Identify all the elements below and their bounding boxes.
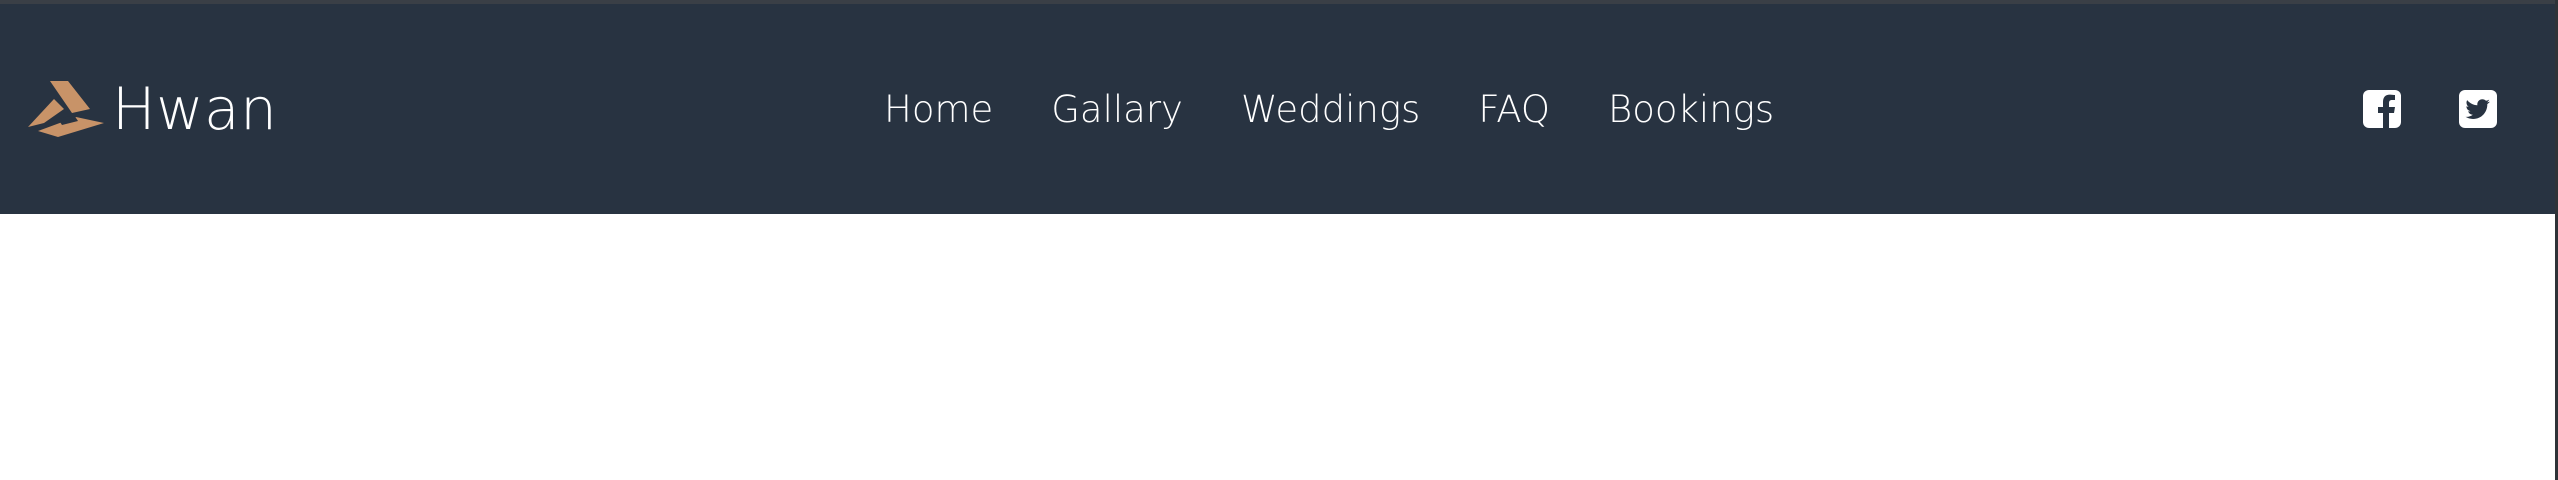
page: Hwan Home Gallary Weddings FAQ Bookings [0,0,2558,480]
navbar: Hwan Home Gallary Weddings FAQ Bookings [0,4,2555,214]
nav-home[interactable]: Home [884,88,993,131]
brand-link[interactable]: Hwan [28,4,277,214]
nav-menu: Home Gallary Weddings FAQ Bookings [884,4,1774,214]
nav-gallary[interactable]: Gallary [1051,88,1183,131]
facebook-link[interactable] [2363,90,2401,128]
facebook-icon [2363,90,2401,128]
mountain-logo-icon [28,81,106,137]
twitter-link[interactable] [2459,90,2497,128]
brand-name: Hwan [112,75,278,143]
social-links [2305,4,2497,214]
nav-weddings[interactable]: Weddings [1241,88,1420,131]
page-content [0,214,2555,480]
twitter-icon [2459,90,2497,128]
nav-bookings[interactable]: Bookings [1608,88,1774,131]
nav-faq[interactable]: FAQ [1478,88,1550,131]
